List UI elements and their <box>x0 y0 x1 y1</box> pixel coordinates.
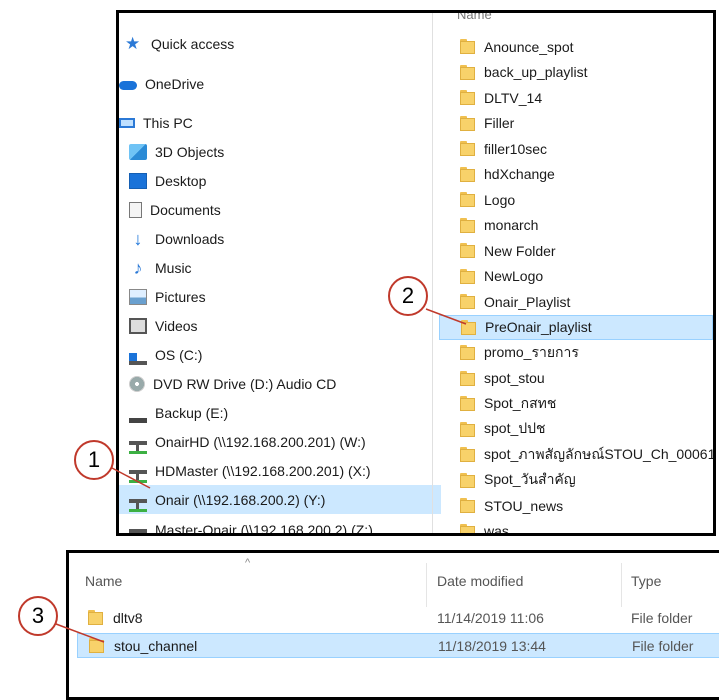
callout-3-arrow <box>55 623 105 643</box>
callout-2: 2 <box>388 276 428 316</box>
callout-1-arrow <box>111 467 151 489</box>
callout-1: 1 <box>74 440 114 480</box>
callout-arrows <box>55 308 467 643</box>
callout-2-arrow <box>425 308 467 325</box>
callout-3: 3 <box>18 596 58 636</box>
